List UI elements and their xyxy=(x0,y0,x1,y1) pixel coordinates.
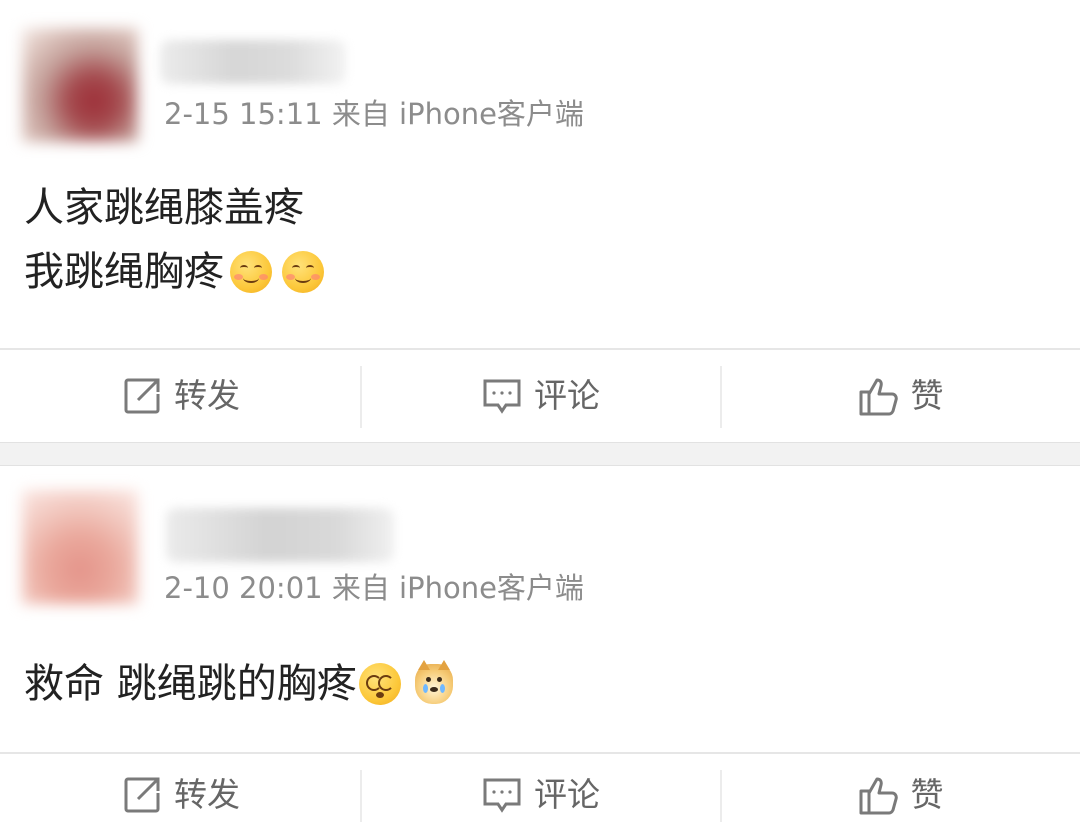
like-label: 赞 xyxy=(910,775,944,814)
comment-icon xyxy=(483,778,521,813)
comment-label: 评论 xyxy=(534,376,600,415)
avatar[interactable] xyxy=(22,28,138,142)
repost-icon xyxy=(124,777,160,813)
repost-button[interactable]: 转发 xyxy=(0,754,360,836)
repost-button[interactable]: 转发 xyxy=(0,350,360,442)
like-button[interactable]: 赞 xyxy=(720,754,1080,836)
feed-post: 2-15 15:11 来自 iPhone客户端 人家跳绳膝盖疼 我跳绳胸疼 转发… xyxy=(0,0,1080,442)
content-text: 人家跳绳膝盖疼 xyxy=(24,185,304,231)
crying-doge-emoji xyxy=(414,660,453,704)
feed-post: 2-10 20:01 来自 iPhone客户端 救命 跳绳跳的胸疼 转发 评论 … xyxy=(0,466,1080,836)
repost-label: 转发 xyxy=(174,775,240,814)
dizzy-face-emoji xyxy=(358,663,401,705)
content-text: 我跳绳胸疼 xyxy=(24,249,224,295)
post-action-bar: 转发 评论 赞 xyxy=(0,752,1080,836)
comment-label: 评论 xyxy=(534,775,600,814)
comment-button[interactable]: 评论 xyxy=(360,350,720,442)
smiling-blush-emoji xyxy=(282,251,324,293)
like-label: 赞 xyxy=(910,376,944,415)
comment-icon xyxy=(483,379,521,414)
like-button[interactable]: 赞 xyxy=(720,350,1080,442)
repost-icon xyxy=(124,378,160,414)
post-separator xyxy=(0,442,1080,466)
content-text: 救命 跳绳跳的胸疼 xyxy=(24,661,357,707)
post-meta: 2-10 20:01 来自 iPhone客户端 xyxy=(164,571,584,605)
post-content: 人家跳绳膝盖疼 我跳绳胸疼 xyxy=(24,176,324,304)
username-redacted[interactable] xyxy=(166,508,394,562)
smiling-blush-emoji xyxy=(230,251,272,293)
thumbs-up-icon xyxy=(859,378,898,416)
content-line: 救命 跳绳跳的胸疼 xyxy=(24,652,453,716)
content-line: 人家跳绳膝盖疼 xyxy=(24,176,324,240)
username-redacted[interactable] xyxy=(160,40,346,84)
repost-label: 转发 xyxy=(174,376,240,415)
thumbs-up-icon xyxy=(859,777,898,815)
comment-button[interactable]: 评论 xyxy=(360,754,720,836)
post-action-bar: 转发 评论 赞 xyxy=(0,348,1080,442)
avatar[interactable] xyxy=(22,490,138,604)
post-content: 救命 跳绳跳的胸疼 xyxy=(24,652,453,716)
content-line: 我跳绳胸疼 xyxy=(24,240,324,304)
post-meta: 2-15 15:11 来自 iPhone客户端 xyxy=(164,97,584,131)
weibo-feed: 2-15 15:11 来自 iPhone客户端 人家跳绳膝盖疼 我跳绳胸疼 转发… xyxy=(0,0,1080,836)
